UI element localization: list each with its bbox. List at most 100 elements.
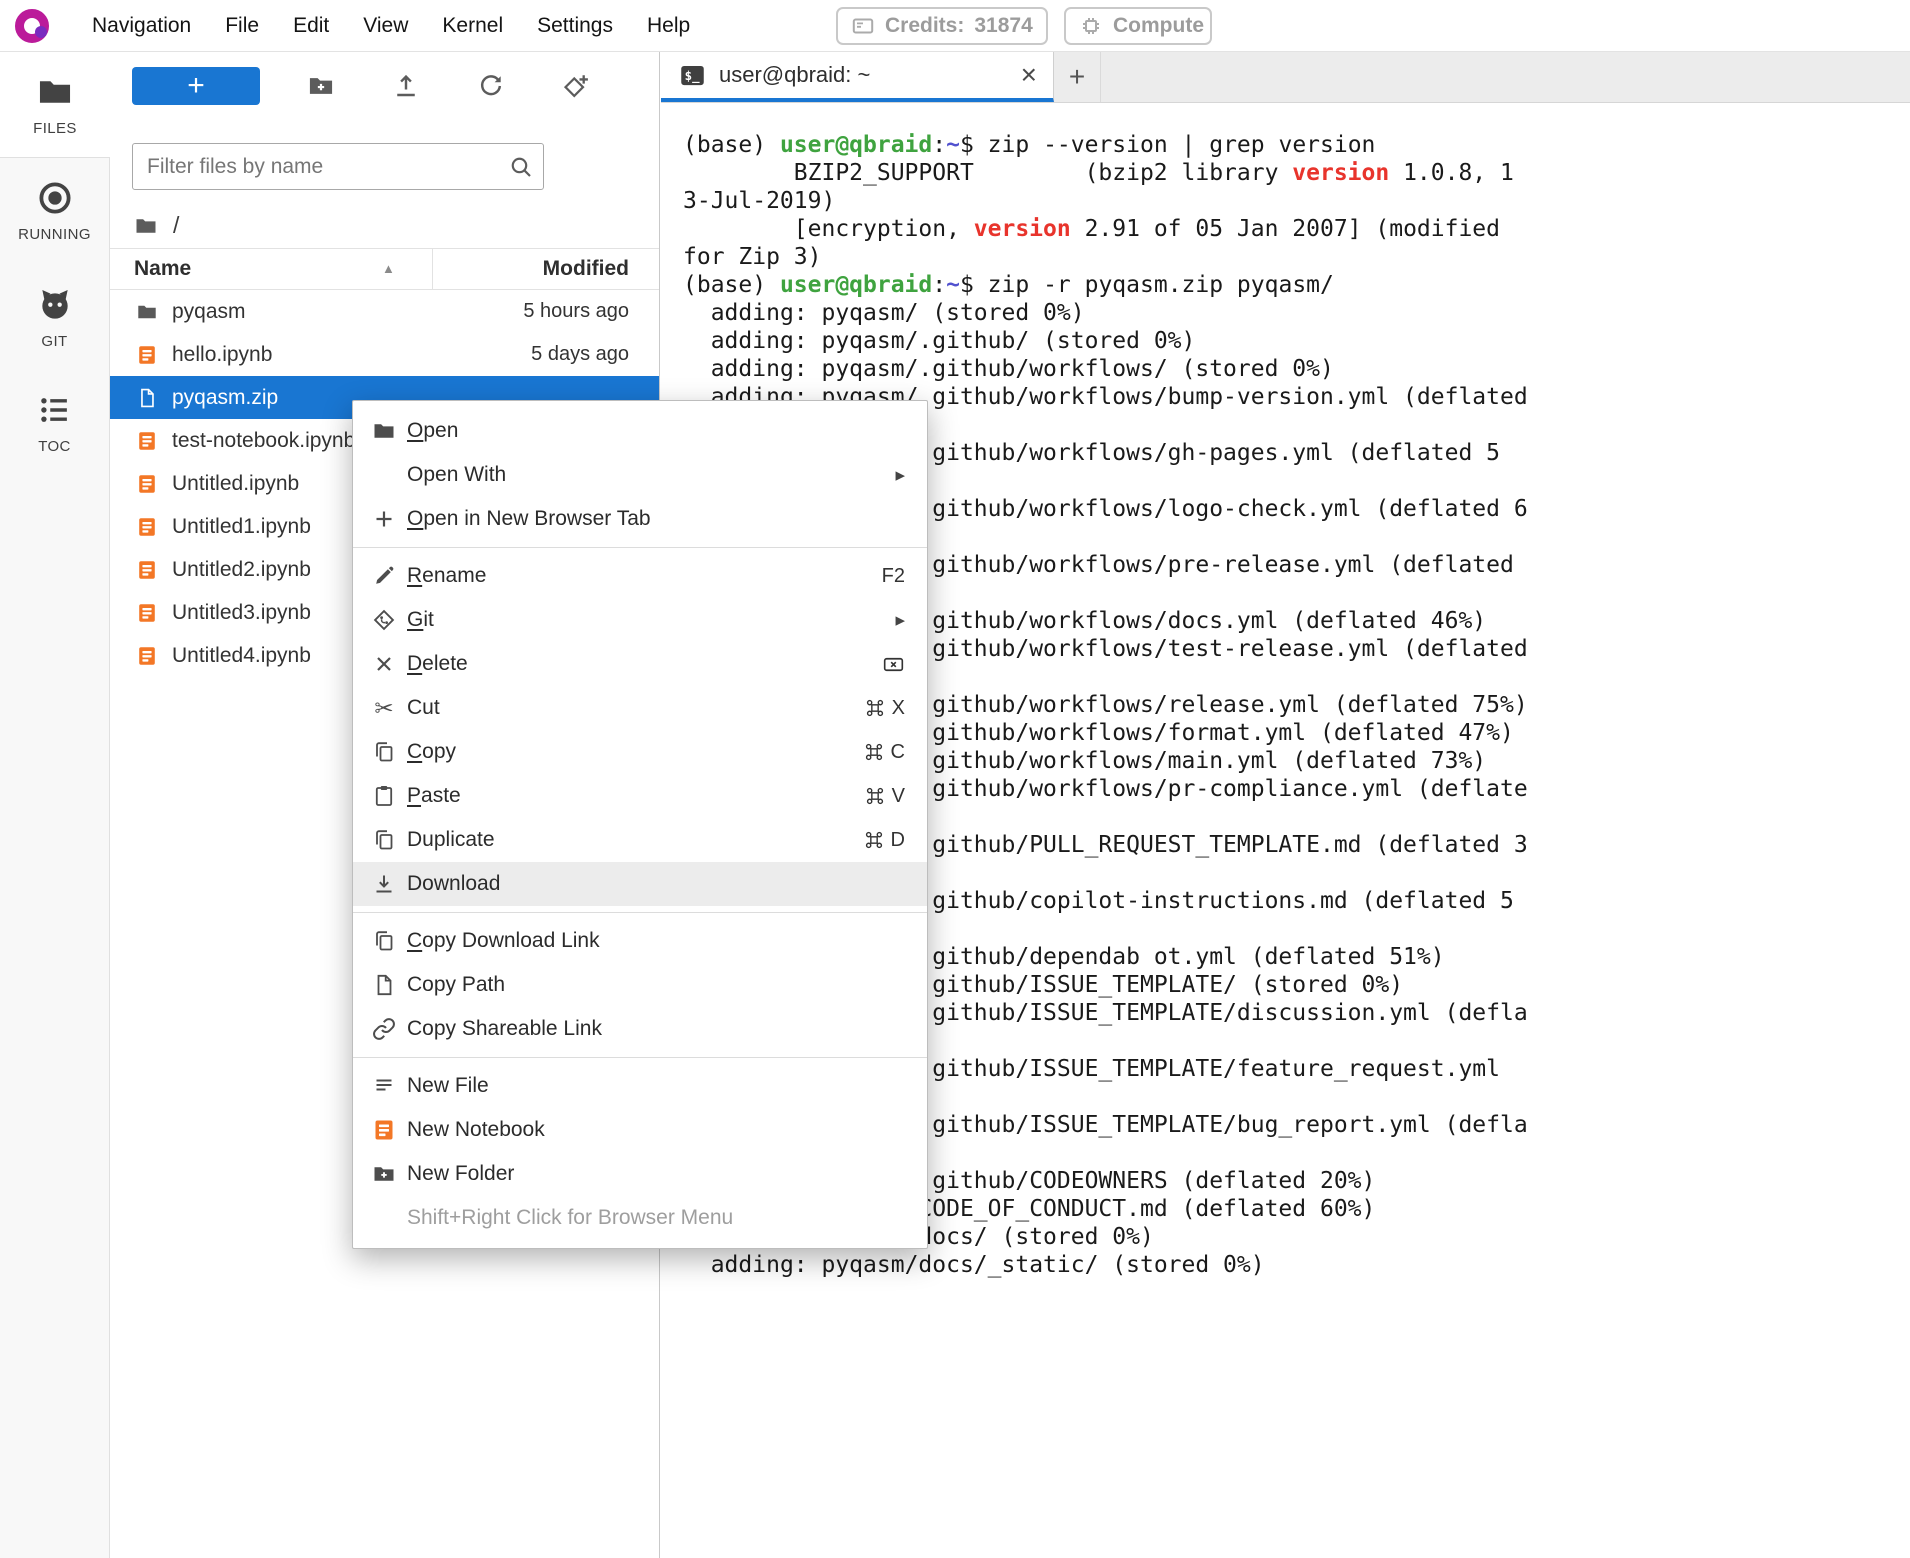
shortcut-key: X (891, 696, 905, 719)
file-icon (136, 387, 158, 409)
new-launcher-button[interactable]: + (132, 67, 260, 105)
sidebar-item-toc[interactable]: TOC (0, 370, 109, 476)
menu-item-label: Open in New Browser Tab (407, 507, 651, 530)
menu-separator (353, 1057, 927, 1058)
sort-ascending-icon[interactable]: ▲ (382, 261, 395, 276)
sidebar-item-label: GIT (41, 333, 68, 350)
menu-item-shortcut: D (864, 829, 905, 852)
menu-settings[interactable]: Settings (520, 14, 630, 38)
menu-item-copy-shareable-link[interactable]: Copy Shareable Link (353, 1007, 927, 1051)
copy-icon (372, 828, 396, 852)
menu-item-delete[interactable]: Delete (353, 642, 927, 686)
menu-navigation[interactable]: Navigation (75, 14, 208, 38)
menu-item-icon-spacer (371, 1205, 397, 1231)
menu-item-duplicate[interactable]: Duplicate D (353, 818, 927, 862)
qbraid-logo-icon[interactable] (15, 8, 49, 43)
refresh-button[interactable] (477, 72, 505, 100)
new-tab-button[interactable]: + (1054, 52, 1101, 102)
breadcrumb-root[interactable]: / (173, 212, 179, 239)
menu-item-label: Delete (407, 652, 468, 675)
column-header-name[interactable]: Name (134, 257, 191, 281)
cmd-icon (864, 830, 884, 850)
file-name: pyqasm (172, 299, 246, 323)
context-menu: Open Open With ▸ Open in New Browser Tab Ren… (352, 400, 928, 1249)
home-folder-icon[interactable] (134, 214, 158, 238)
plus-icon (372, 507, 396, 531)
credits-button[interactable]: Credits: 31874 (836, 7, 1048, 45)
menu-item-open-with[interactable]: Open With ▸ (353, 453, 927, 497)
shortcut-key: V (891, 784, 905, 807)
menu-item-git[interactable]: Git ▸ (353, 598, 927, 642)
menu-item-copy-download-link[interactable]: Copy Download Link (353, 919, 927, 963)
menu-item-rename[interactable]: Rename F2 (353, 554, 927, 598)
upload-button[interactable] (392, 72, 420, 100)
menu-view[interactable]: View (346, 14, 425, 38)
text-lines-icon (372, 1074, 396, 1098)
submenu-arrow-icon: ▸ (895, 609, 905, 631)
menu-item-cut[interactable]: ✂ Cut X (353, 686, 927, 730)
terminal-icon: $_ (679, 62, 706, 89)
menu-item-open-in-new-browser-tab[interactable]: Open in New Browser Tab (353, 497, 927, 541)
menu-item-shortcut: X (865, 697, 905, 720)
file-row[interactable]: hello.ipynb 5 days ago (110, 333, 659, 376)
toc-icon (36, 391, 74, 429)
menu-item-label: Paste (407, 784, 461, 807)
notebook-icon (136, 516, 158, 538)
terminal-tab[interactable]: $_ user@qbraid: ~ × (661, 52, 1054, 102)
search-icon (508, 154, 534, 180)
menu-item-new-folder[interactable]: New Folder (353, 1152, 927, 1196)
terminal-line: adding: pyqasm/docs/_static/ (stored 0%) (683, 1252, 1265, 1278)
left-activity-bar: FILES RUNNING GIT TOC (0, 52, 110, 1558)
notebook-icon (136, 430, 158, 452)
menu-item-label: Copy Path (407, 973, 506, 996)
menu-item-paste[interactable]: Paste V (353, 774, 927, 818)
file-row[interactable]: pyqasm 5 hours ago (110, 290, 659, 333)
file-name: pyqasm.zip (172, 385, 279, 409)
svg-text:$_: $_ (685, 69, 700, 84)
menu-item-new-file[interactable]: New File (353, 1064, 927, 1108)
terminal-line: (base) user@qbraid:~$ zip -r pyqasm.zip … (683, 272, 1334, 298)
compute-label: Compute (1113, 14, 1204, 37)
menu-item-download[interactable]: Download (353, 862, 927, 906)
close-icon (372, 652, 396, 676)
terminal-tab-title: user@qbraid: ~ (719, 62, 871, 87)
close-tab-icon[interactable]: × (1021, 61, 1037, 89)
credits-label: Credits: (885, 14, 965, 37)
compute-chip-icon (1079, 14, 1103, 38)
compute-button[interactable]: Compute (1064, 7, 1212, 45)
menu-file[interactable]: File (208, 14, 276, 38)
cmd-icon (864, 742, 884, 762)
git-clone-button[interactable] (562, 72, 590, 100)
file-browser-toolbar: + (110, 52, 659, 120)
terminal-line: (base) user@qbraid:~$ zip --version | gr… (683, 132, 1376, 158)
git-cat-icon (35, 284, 75, 324)
menu-item-copy-path[interactable]: Copy Path (353, 963, 927, 1007)
notebook-icon (136, 473, 158, 495)
file-name: Untitled3.ipynb (172, 600, 311, 624)
notebook-icon (136, 344, 158, 366)
menu-item-open[interactable]: Open (353, 409, 927, 453)
sidebar-item-git[interactable]: GIT (0, 264, 109, 370)
sidebar-item-running[interactable]: RUNNING (0, 158, 109, 264)
terminal-line: [encryption, version 2.91 of 05 Jan 2007… (683, 216, 1514, 270)
cmd-icon (865, 698, 885, 718)
folder-icon (36, 73, 74, 111)
filter-files-input[interactable] (132, 143, 544, 190)
menu-item-label: Rename (407, 564, 487, 587)
menu-kernel[interactable]: Kernel (425, 14, 520, 38)
link-icon (372, 1017, 396, 1041)
menu-item-copy[interactable]: Copy C (353, 730, 927, 774)
menu-item-label: New Notebook (407, 1118, 545, 1141)
new-folder-button[interactable] (307, 72, 335, 100)
folder-icon (136, 301, 158, 323)
menu-edit[interactable]: Edit (276, 14, 346, 38)
folder-icon (372, 419, 396, 443)
credits-value: 31874 (974, 14, 1033, 37)
breadcrumb: / (110, 203, 659, 248)
file-name: Untitled2.ipynb (172, 557, 311, 581)
sidebar-item-files[interactable]: FILES (0, 52, 110, 158)
menu-item-label: Duplicate (407, 828, 495, 851)
menu-help[interactable]: Help (630, 14, 707, 38)
menu-item-new-notebook[interactable]: New Notebook (353, 1108, 927, 1152)
column-header-modified[interactable]: Modified (543, 257, 629, 281)
